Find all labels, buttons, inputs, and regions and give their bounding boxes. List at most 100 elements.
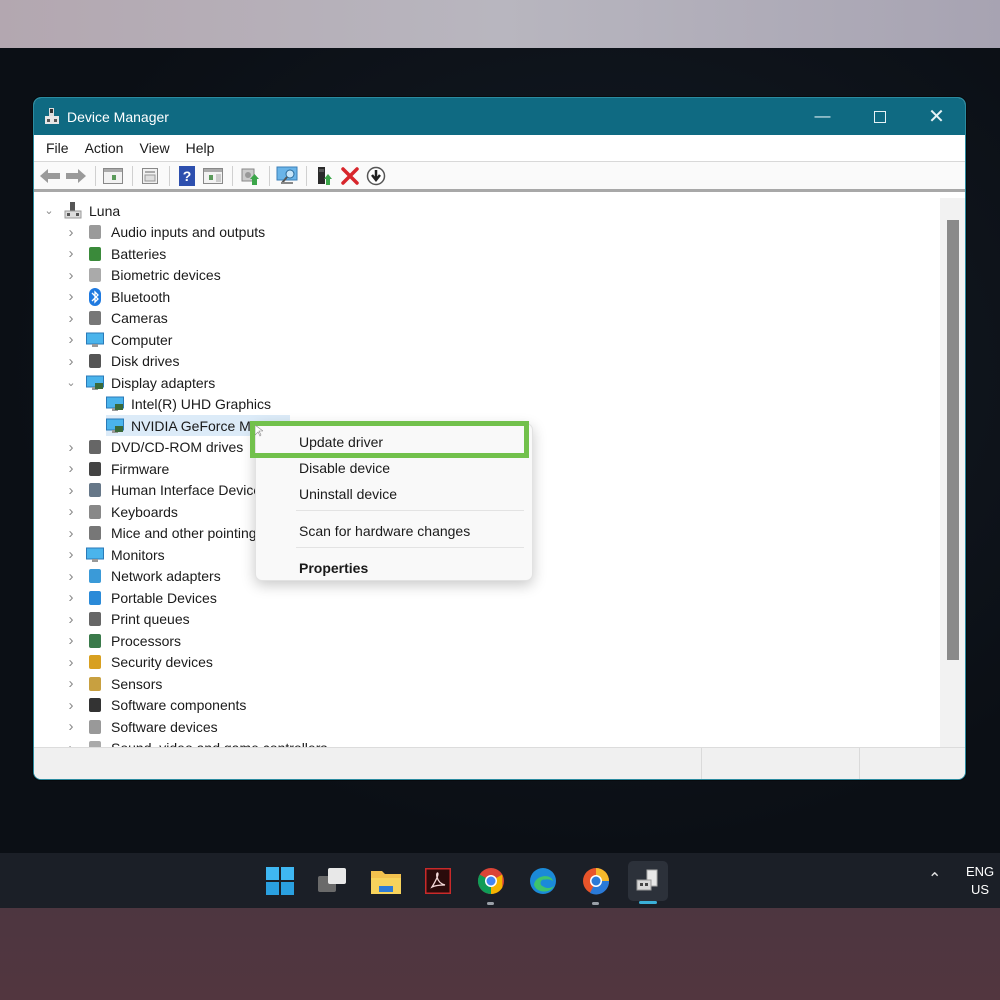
ctx-uninstall-device[interactable]: Uninstall device: [299, 486, 397, 502]
taskbar-device-manager[interactable]: [628, 861, 668, 904]
windows-logo-icon: [266, 867, 294, 895]
taskbar-edge[interactable]: [523, 861, 563, 901]
tree-device[interactable]: Intel(R) UHD Graphics: [106, 394, 301, 415]
language-indicator[interactable]: ENG US: [966, 863, 994, 899]
taskbar-adobe-acrobat[interactable]: [418, 861, 458, 901]
uninstall-device-toolbar-button[interactable]: [338, 165, 362, 187]
processor-icon: [86, 632, 104, 650]
monitor-icon: [86, 546, 104, 564]
update-driver-icon: [241, 168, 259, 185]
chevron-right-icon[interactable]: ›: [64, 632, 78, 649]
show-hidden-icons-button[interactable]: ⌃: [928, 869, 941, 889]
chevron-right-icon[interactable]: ›: [64, 697, 78, 714]
taskbar-start-button[interactable]: [260, 861, 300, 901]
minimize-button[interactable]: —: [794, 98, 851, 135]
add-legacy-hardware-button[interactable]: [312, 165, 336, 187]
computer-root-icon: [64, 201, 82, 220]
fingerprint-icon: [86, 266, 104, 284]
ctx-properties[interactable]: Properties: [299, 560, 368, 576]
scrollbar-thumb[interactable]: [947, 220, 959, 660]
tree-item[interactable]: › Print queues: [64, 609, 190, 630]
tree-item[interactable]: › Cameras: [64, 308, 168, 329]
chevron-right-icon[interactable]: ›: [64, 611, 78, 628]
taskbar-task-view[interactable]: [313, 861, 353, 901]
chevron-right-icon[interactable]: ›: [64, 546, 78, 563]
chevron-right-icon[interactable]: ›: [64, 331, 78, 348]
tree-item-label: Human Interface Devices: [111, 482, 269, 498]
forward-button[interactable]: [64, 165, 88, 187]
enable-device-button[interactable]: [364, 165, 388, 187]
chevron-right-icon[interactable]: ›: [64, 245, 78, 262]
chevron-right-icon[interactable]: ›: [64, 568, 78, 585]
chevron-right-icon[interactable]: ›: [64, 439, 78, 456]
hid-icon: [86, 481, 104, 499]
chrome-icon: [477, 868, 504, 895]
chevron-down-icon[interactable]: ⌄: [42, 204, 56, 218]
chevron-right-icon[interactable]: ›: [64, 654, 78, 671]
properties-button[interactable]: [138, 165, 162, 187]
tree-item[interactable]: › Biometric devices: [64, 265, 221, 286]
chevron-right-icon[interactable]: ›: [64, 267, 78, 284]
title-bar[interactable]: Device Manager — ✕: [34, 98, 965, 135]
sensor-icon: [86, 675, 104, 693]
minimize-icon: —: [814, 107, 831, 125]
tree-item[interactable]: › Monitors: [64, 544, 165, 565]
menu-help[interactable]: Help: [178, 140, 223, 156]
mouse-icon: [86, 524, 104, 542]
chevron-right-icon[interactable]: ›: [64, 503, 78, 520]
update-driver-toolbar-button[interactable]: [238, 165, 262, 187]
maximize-button[interactable]: [851, 98, 908, 135]
tree-item[interactable]: › Keyboards: [64, 501, 178, 522]
disk-drive-icon: [86, 352, 104, 370]
tree-item[interactable]: › DVD/CD-ROM drives: [64, 437, 244, 458]
mouse-cursor-icon: [255, 425, 263, 437]
back-button[interactable]: [38, 165, 62, 187]
tree-item[interactable]: › Network adapters: [64, 566, 221, 587]
chevron-right-icon[interactable]: ›: [64, 288, 78, 305]
chevron-right-icon[interactable]: ›: [64, 525, 78, 542]
show-hide-console-tree-button[interactable]: [101, 165, 125, 187]
chevron-right-icon[interactable]: ›: [64, 353, 78, 370]
tree-item[interactable]: › Computer: [64, 329, 173, 350]
tree-item[interactable]: › Sensors: [64, 673, 163, 694]
tree-item-label: Processors: [111, 632, 182, 649]
chevron-right-icon[interactable]: ›: [64, 675, 78, 692]
menu-view[interactable]: View: [131, 140, 177, 156]
tree-item[interactable]: › Batteries: [64, 243, 167, 264]
chevron-right-icon[interactable]: ›: [64, 589, 78, 606]
tree-item[interactable]: ⌄ Display adapters: [64, 372, 215, 393]
tree-item[interactable]: › Disk drives: [64, 351, 180, 372]
close-button[interactable]: ✕: [908, 98, 965, 135]
chevron-right-icon[interactable]: ›: [64, 310, 78, 327]
tree-item[interactable]: › Portable Devices: [64, 587, 217, 608]
taskbar-chrome-canary[interactable]: [576, 861, 616, 905]
software-device-icon: [86, 718, 104, 736]
tree-item[interactable]: › Security devices: [64, 652, 213, 673]
chevron-down-icon[interactable]: ⌄: [64, 376, 78, 390]
tree-item[interactable]: › Audio inputs and outputs: [64, 222, 266, 243]
vertical-scrollbar[interactable]: [940, 198, 965, 749]
tree-item[interactable]: › Software components: [64, 695, 247, 716]
menu-file[interactable]: File: [38, 140, 77, 156]
tree-root[interactable]: ⌄ Luna: [42, 200, 120, 221]
scan-hardware-changes-button[interactable]: [275, 165, 299, 187]
ctx-disable-device[interactable]: Disable device: [299, 460, 390, 476]
show-action-pane-button[interactable]: [201, 165, 225, 187]
tree-item[interactable]: › Human Interface Devices: [64, 480, 269, 501]
tree-item[interactable]: › Software devices: [64, 716, 218, 737]
taskbar-file-explorer[interactable]: [366, 861, 406, 901]
properties-icon: [142, 167, 158, 184]
chevron-right-icon[interactable]: ›: [64, 224, 78, 241]
background-wall-top: [0, 0, 1000, 48]
taskbar-chrome[interactable]: [471, 861, 511, 905]
ctx-separator: [296, 547, 524, 548]
tree-item[interactable]: › Bluetooth: [64, 286, 170, 307]
tree-item[interactable]: › Firmware: [64, 458, 170, 479]
help-button[interactable]: ?: [175, 165, 199, 187]
ctx-scan-hardware[interactable]: Scan for hardware changes: [299, 523, 470, 539]
chevron-right-icon[interactable]: ›: [64, 460, 78, 477]
chevron-right-icon[interactable]: ›: [64, 482, 78, 499]
chevron-right-icon[interactable]: ›: [64, 718, 78, 735]
menu-action[interactable]: Action: [77, 140, 132, 156]
tree-item[interactable]: › Processors: [64, 630, 182, 651]
